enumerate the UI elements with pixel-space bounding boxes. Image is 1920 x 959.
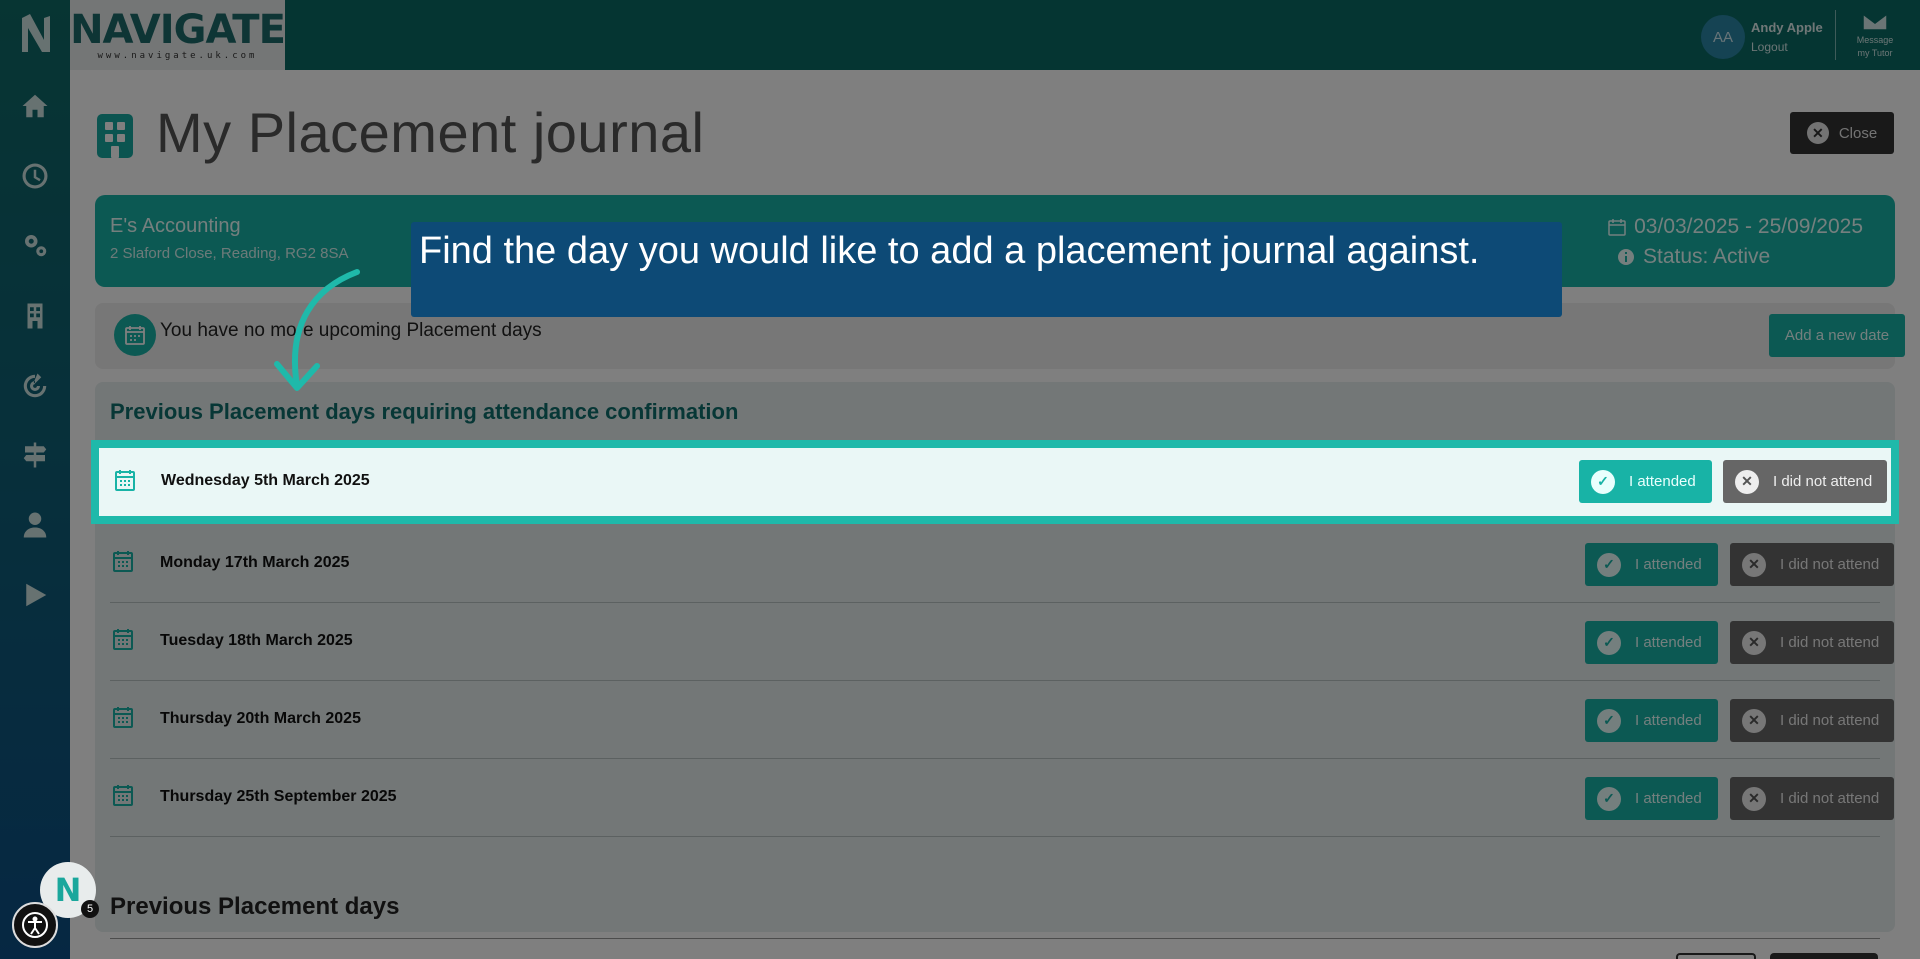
table-button[interactable] [1676,953,1756,959]
i-did-not-attend-label: I did not attend [1780,712,1880,729]
user-name: Andy Apple [1751,20,1823,35]
i-did-not-attend-label: I did not attend [1780,556,1880,573]
message-label-line1: Message [1856,35,1894,45]
home-icon[interactable] [17,88,53,124]
curved-arrow-icon [274,269,360,391]
previous-days-title: Previous Placement days [110,893,400,920]
navigate-logo-icon[interactable] [18,12,52,54]
close-icon: ✕ [1742,708,1766,733]
divider [1835,10,1836,60]
brand-url: www.navigate.uk.com [97,50,258,61]
i-attended-label: I attended [1635,790,1702,807]
calendar-icon [115,470,135,491]
calendar-icon [113,551,133,572]
calendar-icon [1608,219,1626,236]
check-icon: ✓ [1591,469,1615,494]
close-icon: ✕ [1742,630,1766,655]
envelope-icon [1862,13,1888,31]
logout-link[interactable]: Logout [1751,40,1788,54]
signpost-icon[interactable] [17,437,53,473]
i-attended-label: I attended [1629,473,1696,490]
accessibility-icon[interactable] [12,902,58,948]
close-icon: ✕ [1742,552,1766,577]
info-icon [1618,249,1634,265]
check-icon: ✓ [1597,708,1621,733]
play-icon[interactable] [17,577,53,613]
day-label: Tuesday 18th March 2025 [160,632,353,649]
message-label-line2: my Tutor [1857,48,1893,58]
highlighted-day-row[interactable]: Wednesday 5th March 2025 ✓ I attended ✕ … [91,440,1899,524]
i-attended-button[interactable]: ✓ I attended [1585,699,1718,742]
i-attended-label: I attended [1635,712,1702,729]
calendar-icon [113,707,133,728]
check-icon: ✓ [1597,552,1621,577]
placement-name: E's Accounting [110,215,241,237]
building-icon[interactable] [17,298,53,334]
clock-icon[interactable] [17,158,53,194]
brand-name: NAVIGATE [70,6,286,53]
close-button[interactable]: ✕ Close [1790,112,1894,154]
avatar[interactable]: AA [1701,15,1745,59]
page-title: My Placement journal [156,101,705,164]
user-icon[interactable] [17,507,53,543]
placement-status-text: Status: Active [1643,245,1771,268]
placement-dates-text: 03/03/2025 - 25/09/2025 [1634,215,1863,238]
day-label: Thursday 25th September 2025 [160,788,397,805]
table-row[interactable]: Thursday 20th March 2025 ✓ I attended ✕ I di… [110,681,1894,759]
placement-dates: 03/03/2025 - 25/09/2025 [1608,215,1863,239]
message-tutor-button[interactable]: Message my Tutor [1845,12,1905,60]
table-row[interactable]: Tuesday 18th March 2025 ✓ I attended ✕ I did… [110,603,1894,681]
i-attended-button[interactable]: ✓ I attended [1579,460,1712,503]
placement-address: 2 Slaford Close, Reading, RG2 8SA [110,245,349,262]
close-label: Close [1838,124,1878,142]
guide-tooltip: Find the day you would like to add a pla… [411,222,1562,317]
i-did-not-attend-button[interactable]: ✕ I did not attend [1730,543,1894,586]
calendar-icon [114,314,156,356]
i-attended-label: I attended [1635,634,1702,651]
i-attended-button[interactable]: ✓ I attended [1585,777,1718,820]
close-icon: ✕ [1735,469,1759,494]
brand-logo[interactable]: NAVIGATE www.navigate.uk.com [70,0,286,70]
table-button[interactable] [1770,953,1878,959]
placement-status: Status: Active [1617,245,1770,269]
add-new-date-button[interactable]: Add a new date [1769,314,1905,357]
i-did-not-attend-button[interactable]: ✕ I did not attend [1730,621,1894,664]
close-icon: ✕ [1806,122,1829,144]
table-row[interactable]: Monday 17th March 2025 ✓ I attended ✕ I did … [110,525,1894,603]
divider [110,938,1880,939]
i-attended-button[interactable]: ✓ I attended [1585,543,1718,586]
day-label: Thursday 20th March 2025 [160,710,361,727]
i-did-not-attend-button[interactable]: ✕ I did not attend [1723,460,1887,503]
notification-count: 5 [81,900,99,918]
i-attended-label: I attended [1635,556,1702,573]
target-icon[interactable] [17,368,53,404]
i-did-not-attend-label: I did not attend [1780,634,1880,651]
i-did-not-attend-label: I did not attend [1780,790,1880,807]
i-did-not-attend-label: I did not attend [1773,473,1873,490]
close-icon: ✕ [1742,786,1766,811]
i-attended-button[interactable]: ✓ I attended [1585,621,1718,664]
cogs-icon[interactable] [17,227,53,263]
day-label: Monday 17th March 2025 [160,554,350,571]
calendar-icon [113,785,133,806]
table-row[interactable]: Thursday 25th September 2025 ✓ I attended ✕… [110,759,1894,837]
i-did-not-attend-button[interactable]: ✕ I did not attend [1730,699,1894,742]
section-title: Previous Placement days requiring attend… [110,399,739,424]
calendar-icon [113,629,133,650]
sidebar [0,0,70,959]
day-label: Wednesday 5th March 2025 [161,472,370,489]
check-icon: ✓ [1597,630,1621,655]
i-did-not-attend-button[interactable]: ✕ I did not attend [1730,777,1894,820]
check-icon: ✓ [1597,786,1621,811]
building-icon [97,114,133,158]
top-bar: NAVIGATE www.navigate.uk.com AA Andy App… [70,0,1920,70]
